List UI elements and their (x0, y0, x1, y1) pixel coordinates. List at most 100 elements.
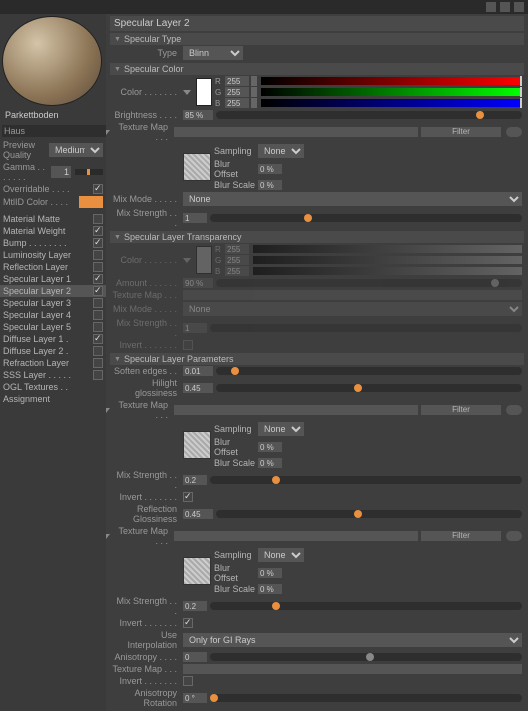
p-sampling-select[interactable]: None (258, 422, 304, 436)
hilight-input[interactable] (183, 383, 213, 393)
r-slider[interactable] (261, 77, 522, 85)
hilight-slider[interactable] (216, 384, 522, 392)
preview-quality-select[interactable]: Medium (49, 143, 103, 157)
mixstrength-slider[interactable] (210, 214, 522, 222)
r-input[interactable] (225, 76, 249, 86)
p-invert2-check[interactable] (183, 618, 193, 628)
texture-input[interactable] (174, 127, 418, 137)
p-tex-preview[interactable] (183, 431, 211, 459)
g-slider[interactable] (261, 88, 522, 96)
p-filter2-button[interactable]: Filter (421, 531, 501, 541)
p-filter-button[interactable]: Filter (421, 405, 501, 415)
close-button[interactable] (514, 2, 524, 12)
layer-row-13[interactable]: SSS Layer . . . . . (0, 369, 106, 381)
p2-sampling-select[interactable]: None (258, 548, 304, 562)
layer-check[interactable] (93, 322, 103, 332)
color-swatch[interactable] (196, 78, 212, 106)
p-tex2-input[interactable] (174, 531, 418, 541)
layer-row-12[interactable]: Refraction Layer (0, 357, 106, 369)
p-tex2-preview[interactable] (183, 557, 211, 585)
layer-check[interactable] (93, 262, 103, 272)
interp-select[interactable]: Only for GI Rays (183, 633, 522, 647)
mixstrength-input[interactable] (183, 213, 207, 223)
layer-row-2[interactable]: Bump . . . . . . . . (0, 237, 106, 249)
layer-check[interactable] (93, 370, 103, 380)
layer-check[interactable] (93, 274, 103, 284)
p-tex-expand[interactable] (106, 408, 110, 413)
layer-row-7[interactable]: Specular Layer 3 (0, 297, 106, 309)
blur-scale-input[interactable] (258, 180, 282, 190)
mtlid-color-swatch[interactable] (79, 196, 103, 208)
type-select[interactable]: Blinn (183, 46, 243, 60)
material-preview[interactable] (2, 16, 102, 106)
layer-check[interactable] (93, 334, 103, 344)
p-bluroffset-input[interactable] (258, 442, 282, 452)
gamma-slider[interactable] (75, 169, 103, 175)
p-tex-toggle[interactable] (506, 405, 522, 415)
mixmode-select[interactable]: None (183, 192, 522, 206)
spin-down[interactable] (251, 92, 257, 97)
layer-row-0[interactable]: Material Matte (0, 213, 106, 225)
layer-row-6[interactable]: Specular Layer 2 (0, 285, 106, 297)
brightness-input[interactable] (183, 110, 213, 120)
g-input[interactable] (225, 87, 249, 97)
sampling-select[interactable]: None (258, 144, 304, 158)
layer-check[interactable] (93, 286, 103, 296)
spin-down[interactable] (251, 81, 257, 86)
soften-slider[interactable] (216, 367, 522, 375)
p-mixstr2-input[interactable] (183, 601, 207, 611)
layer-check[interactable] (93, 358, 103, 368)
blur-offset-input[interactable] (258, 164, 282, 174)
section-transparency[interactable]: Specular Layer Transparency (110, 231, 524, 243)
section-specular-type[interactable]: Specular Type (110, 33, 524, 45)
aniso-tex-input[interactable] (183, 664, 522, 674)
layer-row-14[interactable]: OGL Textures . . (0, 381, 106, 393)
layer-row-9[interactable]: Specular Layer 5 (0, 321, 106, 333)
p-mixstr-input[interactable] (183, 475, 207, 485)
aniso-input[interactable] (183, 652, 207, 662)
p-blurscale-input[interactable] (258, 458, 282, 468)
p2-blurscale-input[interactable] (258, 584, 282, 594)
p-tex2-expand[interactable] (106, 534, 110, 539)
layer-check[interactable] (93, 310, 103, 320)
layer-row-1[interactable]: Material Weight (0, 225, 106, 237)
color-expand-icon[interactable] (183, 90, 191, 95)
gamma-input[interactable] (51, 166, 71, 178)
section-specular-color[interactable]: Specular Color (110, 63, 524, 75)
b-input[interactable] (225, 98, 249, 108)
layer-row-4[interactable]: Reflection Layer (0, 261, 106, 273)
p-mixstr-slider[interactable] (210, 476, 522, 484)
layer-row-8[interactable]: Specular Layer 4 (0, 309, 106, 321)
reflgloss-slider[interactable] (216, 510, 522, 518)
layer-row-10[interactable]: Diffuse Layer 1 . (0, 333, 106, 345)
aniso-slider[interactable] (210, 653, 522, 661)
p-invert-check[interactable] (183, 492, 193, 502)
layer-row-11[interactable]: Diffuse Layer 2 . (0, 345, 106, 357)
layer-check[interactable] (93, 298, 103, 308)
section-parameters[interactable]: Specular Layer Parameters (110, 353, 524, 365)
texture-expand-icon[interactable] (106, 130, 110, 135)
texture-toggle[interactable] (506, 127, 522, 137)
aniso-inv-check[interactable] (183, 676, 193, 686)
layer-check[interactable] (93, 214, 103, 224)
p-mixstr2-slider[interactable] (210, 602, 522, 610)
aniso-rot-slider[interactable] (210, 694, 522, 702)
p-tex2-toggle[interactable] (506, 531, 522, 541)
brightness-slider[interactable] (216, 111, 522, 119)
reflgloss-input[interactable] (183, 509, 213, 519)
soften-input[interactable] (183, 366, 213, 376)
layer-check[interactable] (93, 226, 103, 236)
layer-check[interactable] (93, 346, 103, 356)
filter-button[interactable]: Filter (421, 127, 501, 137)
b-slider[interactable] (261, 99, 522, 107)
overridable-check[interactable] (93, 184, 103, 194)
minimize-button[interactable] (486, 2, 496, 12)
material-class-input[interactable] (2, 125, 123, 137)
layer-row-3[interactable]: Luminosity Layer (0, 249, 106, 261)
layer-check[interactable] (93, 250, 103, 260)
aniso-rot-input[interactable] (183, 693, 207, 703)
p2-bluroffset-input[interactable] (258, 568, 282, 578)
texture-preview[interactable] (183, 153, 211, 181)
layer-row-5[interactable]: Specular Layer 1 (0, 273, 106, 285)
maximize-button[interactable] (500, 2, 510, 12)
